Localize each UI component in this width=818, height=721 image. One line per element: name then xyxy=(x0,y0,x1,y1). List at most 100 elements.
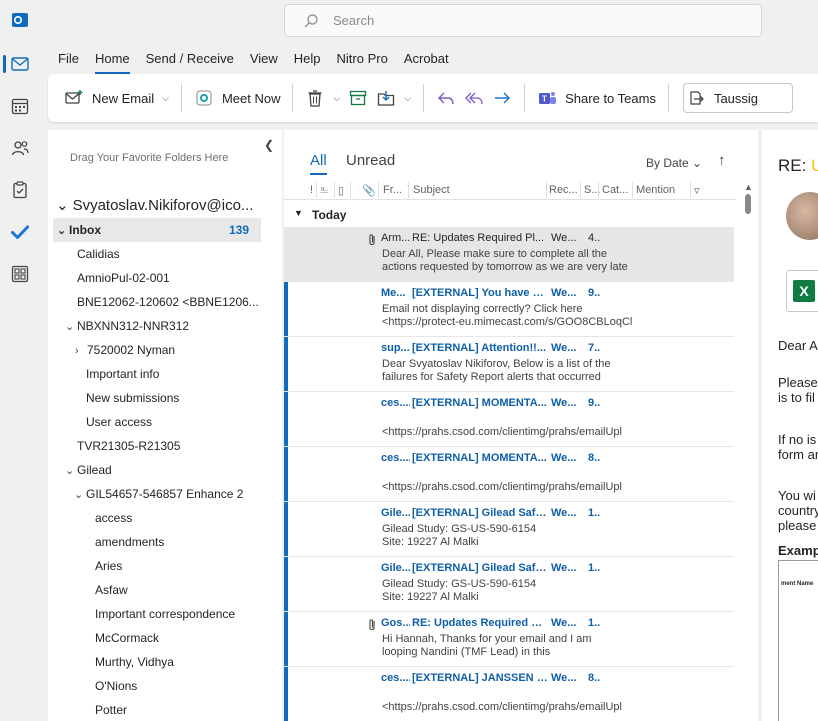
message-subject: [EXTERNAL] JANSSEN J... xyxy=(412,672,548,684)
attachment-column-icon[interactable]: 📎 xyxy=(362,184,376,197)
folder-item[interactable]: New submissions xyxy=(86,386,179,410)
list-scrollbar[interactable]: ▲ xyxy=(743,182,753,721)
chevron-down-icon[interactable]: ⌄ xyxy=(65,315,77,339)
reply-button[interactable] xyxy=(432,83,460,113)
folder-item[interactable]: Important correspondence xyxy=(95,602,235,626)
tab-home[interactable]: Home xyxy=(87,48,138,74)
tab-acrobat[interactable]: Acrobat xyxy=(396,48,457,72)
folder-item[interactable]: access xyxy=(95,506,132,530)
message-size: 8.. xyxy=(588,672,601,684)
delete-button[interactable]: ⌵ xyxy=(301,83,344,113)
ribbon-divider xyxy=(524,84,526,112)
filter-unread-tab[interactable]: Unread xyxy=(346,152,395,169)
collapse-pane-icon[interactable]: ❮ xyxy=(264,138,274,152)
message-row[interactable]: ces....[EXTERNAL] MOMENTA... We... 8.. <ht… xyxy=(284,447,734,502)
column-category[interactable]: Cat... xyxy=(602,184,628,196)
apps-icon[interactable] xyxy=(0,254,40,294)
sort-by-dropdown[interactable]: By Date ⌄ xyxy=(646,156,702,170)
flag-column-icon[interactable]: ▿ xyxy=(694,184,700,197)
chevron-down-icon[interactable]: ▼ xyxy=(294,208,303,218)
folder-item[interactable]: BNE12062-120602 <BBNE1206... xyxy=(77,290,259,314)
reply-all-button[interactable] xyxy=(460,83,488,113)
quick-step-taussig[interactable]: Taussig xyxy=(688,83,758,113)
excel-attachment[interactable]: X xyxy=(786,270,818,312)
sender-avatar[interactable] xyxy=(786,192,818,240)
account-root[interactable]: ⌄ Svyatoslav.Nikiforov@ico... xyxy=(56,196,253,214)
folder-item[interactable]: amendments xyxy=(95,530,164,554)
scroll-up-icon[interactable]: ▲ xyxy=(744,182,753,192)
folder-item[interactable]: User access xyxy=(86,410,152,434)
message-header-line: ces....[EXTERNAL] JANSSEN J... We... 8.. xyxy=(381,672,731,684)
tab-nitro-pro[interactable]: Nitro Pro xyxy=(329,48,396,72)
column-received[interactable]: Rec... xyxy=(549,184,578,196)
folder-item[interactable]: ⌄ NBXNN312-NNR312 xyxy=(65,314,189,338)
search-input[interactable]: Search xyxy=(284,4,762,37)
chevron-down-icon[interactable]: ⌵ xyxy=(333,93,340,104)
message-size: 7.. xyxy=(588,342,601,354)
message-row[interactable]: Gos...RE: Updates Required Pl... We... 1..… xyxy=(284,612,734,667)
calendar-icon[interactable] xyxy=(0,86,40,126)
tab-file[interactable]: File xyxy=(50,48,87,72)
folder-inbox[interactable]: ⌄ Inbox 139 xyxy=(53,218,261,242)
todo-icon[interactable] xyxy=(0,212,40,252)
message-received: We... xyxy=(551,342,577,354)
message-row[interactable]: Gile...[EXTERNAL] Gilead Safe... We... 1..… xyxy=(284,502,734,557)
chevron-down-icon[interactable]: ⌄ xyxy=(65,459,77,483)
folder-item[interactable]: Aries xyxy=(95,554,122,578)
tab-help[interactable]: Help xyxy=(286,48,329,72)
folder-item[interactable]: Calidias xyxy=(77,242,120,266)
chevron-right-icon[interactable]: › xyxy=(75,339,87,363)
folder-item[interactable]: ⌄ Gilead xyxy=(65,458,112,482)
scrollbar-thumb[interactable] xyxy=(745,194,751,214)
message-received: We... xyxy=(551,507,577,519)
quick-steps-box[interactable]: Taussig xyxy=(682,83,793,113)
chevron-down-icon[interactable]: ⌄ xyxy=(74,483,86,507)
message-size: 9.. xyxy=(588,397,601,409)
people-icon[interactable] xyxy=(0,128,40,168)
message-row[interactable]: sup... [EXTERNAL] Attention!!... We... 7.. D… xyxy=(284,337,734,392)
message-row[interactable]: ces....[EXTERNAL] MOMENTA... We... 9.. <ht… xyxy=(284,392,734,447)
message-subject: [EXTERNAL] Attention!!... xyxy=(412,342,547,354)
chevron-down-icon[interactable]: ⌵ xyxy=(162,93,169,104)
folder-item[interactable]: TVR21305-R21305 xyxy=(77,434,180,458)
message-row[interactable]: ces....[EXTERNAL] JANSSEN J... We... 8.. <… xyxy=(284,667,734,721)
mail-icon[interactable] xyxy=(0,44,40,84)
outlook-logo-icon xyxy=(0,0,40,40)
message-received: We... xyxy=(551,287,577,299)
group-header-today[interactable]: ▼ Today xyxy=(284,204,736,226)
sort-direction-icon[interactable]: ↑ xyxy=(718,152,726,169)
filter-all-tab[interactable]: All xyxy=(310,152,327,175)
folder-item[interactable]: AmnioPul-02-001 xyxy=(77,266,170,290)
archive-button[interactable] xyxy=(344,83,372,113)
forward-button[interactable] xyxy=(488,83,516,113)
message-row[interactable]: Me... [EXTERNAL] You have b... We... 9.. Ema… xyxy=(284,282,734,337)
tasks-icon[interactable] xyxy=(0,170,40,210)
icon-column-icon[interactable]: ▯ xyxy=(338,184,344,197)
tab-view[interactable]: View xyxy=(242,48,286,72)
chevron-down-icon[interactable]: ⌄ xyxy=(56,196,69,214)
importance-column-icon[interactable]: ! xyxy=(310,184,313,196)
share-to-teams-button[interactable]: T Share to Teams xyxy=(533,83,660,113)
column-from[interactable]: Fr... xyxy=(383,184,402,196)
folder-item[interactable]: Important info xyxy=(86,362,159,386)
folder-item[interactable]: Potter xyxy=(95,698,127,721)
folder-item[interactable]: McCormack xyxy=(95,626,159,650)
new-email-button[interactable]: New Email ⌵ xyxy=(60,83,173,113)
folder-item[interactable]: ⌄ GIL54657-546857 Enhance 2 xyxy=(74,482,243,506)
chevron-down-icon[interactable]: ⌄ xyxy=(57,219,69,243)
meet-now-button[interactable]: Meet Now xyxy=(190,83,285,113)
folder-item[interactable]: Murthy, Vidhya xyxy=(95,650,174,674)
message-row[interactable]: Arm... RE: Updates Required Pl... We... 4..… xyxy=(284,227,734,282)
reminder-column-icon[interactable]: ⎁ xyxy=(320,184,329,197)
folder-item[interactable]: › 7520002 Nyman xyxy=(75,338,175,362)
tab-send-receive[interactable]: Send / Receive xyxy=(138,48,242,72)
message-row[interactable]: Gile...[EXTERNAL] Gilead Safe... We... 1..… xyxy=(284,557,734,612)
folder-item[interactable]: Asfaw xyxy=(95,578,128,602)
column-subject[interactable]: Subject xyxy=(413,184,450,196)
archive-icon xyxy=(350,90,367,106)
folder-item[interactable]: O'Nions xyxy=(95,674,137,698)
column-mention[interactable]: Mention xyxy=(636,184,675,196)
message-header-line: sup... [EXTERNAL] Attention!!... We... 7.. xyxy=(381,342,731,354)
chevron-down-icon[interactable]: ⌵ xyxy=(404,93,411,104)
move-button[interactable]: ⌵ xyxy=(372,83,415,113)
